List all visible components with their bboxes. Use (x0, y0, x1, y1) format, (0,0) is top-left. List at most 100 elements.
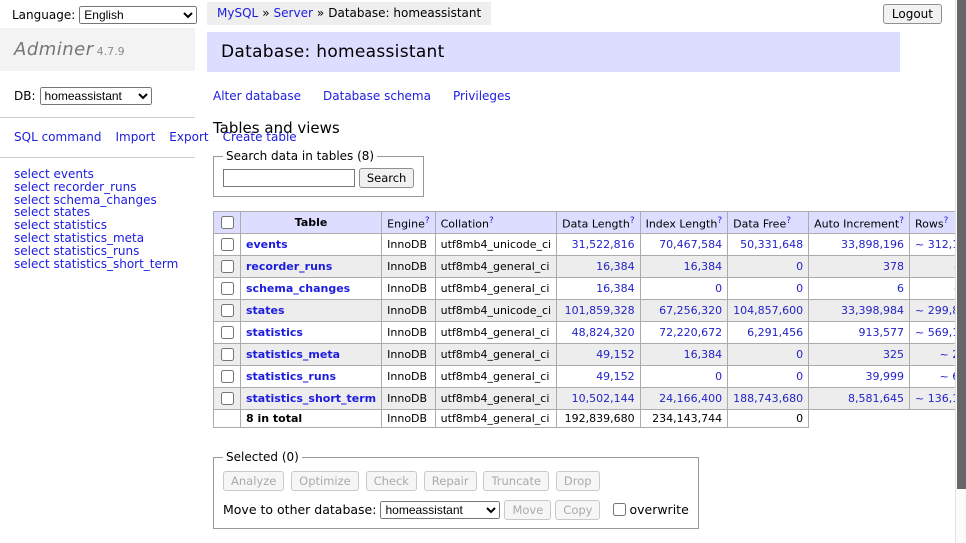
cell-index-length: 16,384 (640, 344, 728, 366)
sidebar-table-link[interactable]: select events (14, 168, 181, 181)
cell-data-free: 0 (728, 278, 809, 300)
breadcrumb-link-server[interactable]: Server (274, 6, 313, 20)
truncate-button[interactable]: Truncate (483, 471, 549, 491)
cell-auto-increment: 913,577 (809, 322, 910, 344)
table-link[interactable]: recorder_runs (246, 260, 332, 273)
table-link[interactable]: events (246, 238, 288, 251)
row-checkbox[interactable] (221, 238, 234, 251)
table-link[interactable]: states (246, 304, 285, 317)
search-button[interactable]: Search (359, 168, 415, 188)
alter-database-link[interactable]: Alter database (213, 89, 301, 103)
cell-data-length: 16,384 (557, 278, 640, 300)
cell-collation: utf8mb4_general_ci (435, 388, 556, 410)
sidebar-table-link[interactable]: select recorder_runs (14, 181, 181, 194)
table-row: events InnoDB utf8mb4_unicode_ci 31,522,… (214, 234, 966, 256)
language-select[interactable]: English (79, 6, 197, 24)
row-checkbox[interactable] (221, 304, 234, 317)
cell-index-length: 70,467,584 (640, 234, 728, 256)
db-select[interactable]: homeassistant (40, 87, 152, 105)
cell-auto-increment: 6 (809, 278, 910, 300)
row-checkbox[interactable] (221, 260, 234, 273)
help-link[interactable]: ? (944, 216, 949, 226)
optimize-button[interactable]: Optimize (291, 471, 359, 491)
cell-engine: InnoDB (382, 256, 435, 278)
cell-engine: InnoDB (382, 300, 435, 322)
cell-auto-increment: 378 (809, 256, 910, 278)
select-all-checkbox[interactable] (221, 216, 234, 229)
sidebar-table-link[interactable]: select statistics_meta (14, 232, 181, 245)
total-data-free: 0 (728, 410, 809, 428)
cell-collation: utf8mb4_general_ci (435, 256, 556, 278)
search-input[interactable] (223, 169, 355, 187)
logout-button[interactable]: Logout (883, 4, 942, 24)
row-checkbox[interactable] (221, 282, 234, 295)
cell-engine: InnoDB (382, 366, 435, 388)
move-label: Move to other database: (223, 502, 376, 517)
cell-collation: utf8mb4_general_ci (435, 278, 556, 300)
adminer-logo[interactable]: Adminer (14, 39, 94, 60)
database-action-links: Alter database Database schema Privileges (213, 89, 900, 103)
cell-engine: InnoDB (382, 322, 435, 344)
sidebar-link-export[interactable]: Export (169, 130, 208, 144)
breadcrumb-link-mysql[interactable]: MySQL (217, 6, 258, 20)
cell-auto-increment: 39,999 (809, 366, 910, 388)
check-button[interactable]: Check (366, 471, 417, 491)
help-link[interactable]: ? (425, 216, 430, 226)
cell-data-length: 31,522,816 (557, 234, 640, 256)
privileges-link[interactable]: Privileges (453, 89, 511, 103)
tables-and-views-heading: Tables and views (213, 119, 900, 137)
sidebar-table-link[interactable]: select statistics_runs (14, 245, 181, 258)
overwrite-option[interactable]: overwrite (609, 502, 688, 517)
cell-collation: utf8mb4_unicode_ci (435, 234, 556, 256)
tables-list: Table Engine? Collation? Data Length? In… (213, 211, 966, 428)
help-link[interactable]: ? (630, 216, 635, 226)
copy-button[interactable]: Copy (555, 500, 600, 520)
table-link[interactable]: statistics_runs (246, 370, 336, 383)
help-link[interactable]: ? (786, 216, 791, 226)
move-row: Move to other database: homeassistantMove… (223, 500, 689, 520)
database-schema-link[interactable]: Database schema (323, 89, 431, 103)
cell-collation: utf8mb4_unicode_ci (435, 300, 556, 322)
help-link[interactable]: ? (899, 216, 904, 226)
repair-button[interactable]: Repair (424, 471, 477, 491)
row-checkbox[interactable] (221, 370, 234, 383)
cell-data-free: 6,291,456 (728, 322, 809, 344)
table-row: recorder_runs InnoDB utf8mb4_general_ci … (214, 256, 966, 278)
drop-button[interactable]: Drop (556, 471, 600, 491)
table-row: statistics_short_term InnoDB utf8mb4_gen… (214, 388, 966, 410)
row-checkbox[interactable] (221, 392, 234, 405)
sidebar-table-link[interactable]: select statistics_short_term (14, 258, 181, 271)
move-button[interactable]: Move (504, 500, 551, 520)
cell-data-length: 16,384 (557, 256, 640, 278)
column-header-engine: Engine? (382, 212, 435, 234)
table-link[interactable]: statistics_meta (246, 348, 340, 361)
language-row: Language:English (12, 6, 197, 24)
scrollbar[interactable] (955, 0, 966, 543)
move-db-select[interactable]: homeassistant (380, 501, 500, 519)
sidebar-link-import[interactable]: Import (115, 130, 155, 144)
sidebar-link-create-table[interactable]: Create table (223, 130, 297, 144)
row-checkbox[interactable] (221, 348, 234, 361)
table-link[interactable]: schema_changes (246, 282, 350, 295)
cell-auto-increment: 33,398,984 (809, 300, 910, 322)
sidebar-table-list: select events select recorder_runs selec… (0, 158, 195, 280)
row-checkbox[interactable] (221, 326, 234, 339)
table-row: schema_changes InnoDB utf8mb4_general_ci… (214, 278, 966, 300)
analyze-button[interactable]: Analyze (223, 471, 284, 491)
help-link[interactable]: ? (717, 216, 722, 226)
cell-index-length: 24,166,400 (640, 388, 728, 410)
total-index-length: 234,143,744 (640, 410, 728, 428)
table-row: states InnoDB utf8mb4_unicode_ci 101,859… (214, 300, 966, 322)
selected-legend: Selected (0) (223, 450, 302, 464)
logo-block: Adminer4.7.9 (0, 28, 195, 71)
table-header-row: Table Engine? Collation? Data Length? In… (214, 212, 966, 234)
cell-data-free: 104,857,600 (728, 300, 809, 322)
overwrite-checkbox[interactable] (613, 503, 626, 516)
cell-collation: utf8mb4_general_ci (435, 366, 556, 388)
help-link[interactable]: ? (489, 216, 494, 226)
scrollbar-thumb[interactable] (957, 0, 966, 489)
table-link[interactable]: statistics (246, 326, 303, 339)
breadcrumb-separator: » (317, 6, 324, 20)
sidebar-link-sql-command[interactable]: SQL command (14, 130, 101, 144)
table-link[interactable]: statistics_short_term (246, 392, 376, 405)
